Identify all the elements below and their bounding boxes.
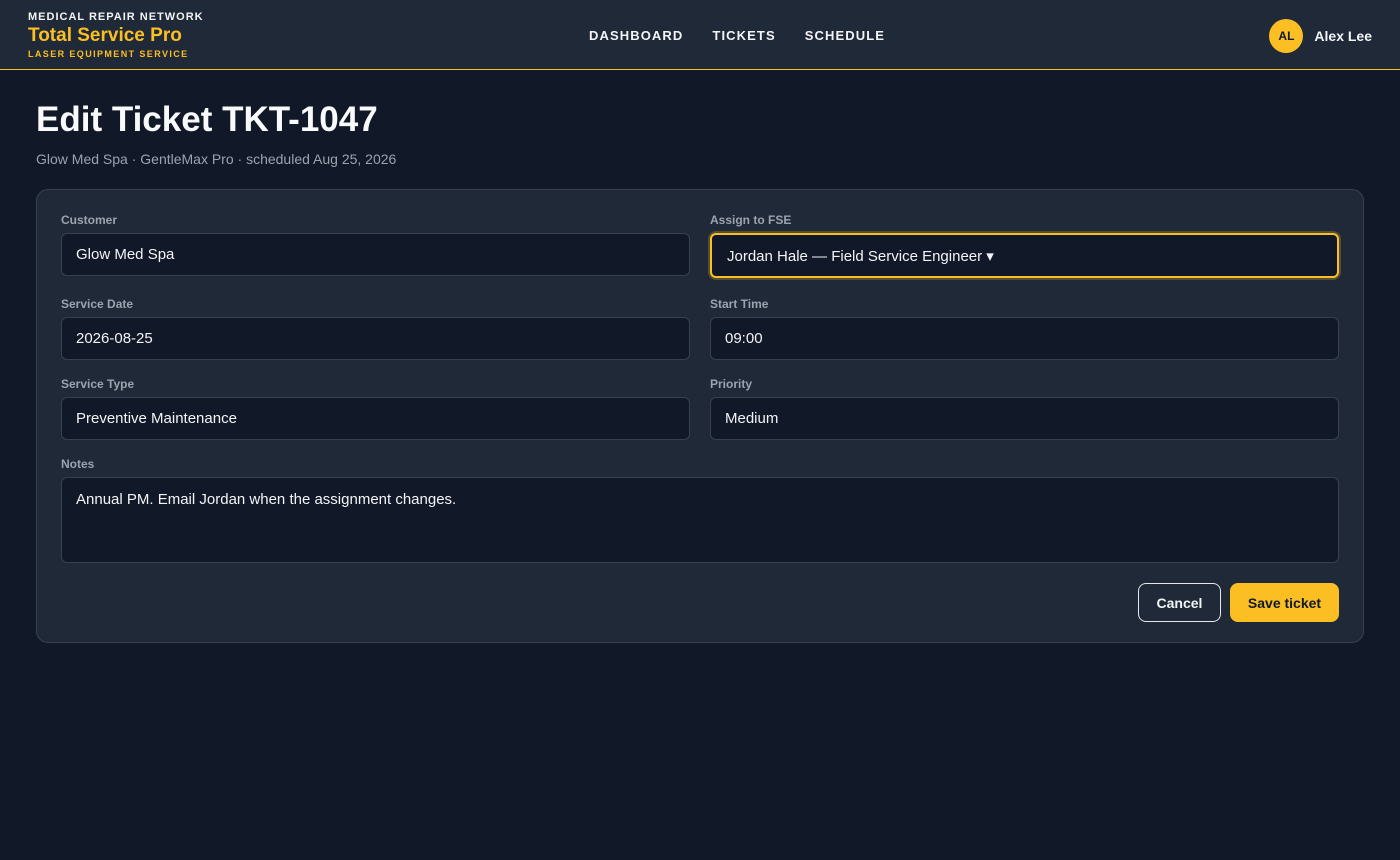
customer-label: Customer — [61, 213, 118, 227]
main-nav: DASHBOARD TICKETS SCHEDULE — [589, 0, 885, 70]
cancel-button[interactable]: Cancel — [1138, 583, 1221, 622]
ticket-form-card: Customer Glow Med Spa Assign to FSE Jord… — [36, 189, 1364, 643]
service-date-input[interactable]: 2026-08-25 — [61, 317, 690, 360]
page-title: Edit Ticket TKT-1047 — [36, 100, 378, 139]
start-time-label: Start Time — [710, 297, 769, 311]
top-navigation-bar: MEDICAL REPAIR NETWORK Total Service Pro… — [0, 0, 1400, 70]
page-subtitle: Glow Med Spa · GentleMax Pro · scheduled… — [36, 151, 397, 167]
start-time-input[interactable]: 09:00 — [710, 317, 1339, 360]
user-name: Alex Lee — [1314, 28, 1372, 44]
service-type-select[interactable]: Preventive Maintenance — [61, 397, 690, 440]
nav-tickets[interactable]: TICKETS — [712, 28, 775, 43]
user-menu[interactable]: AL Alex Lee — [1269, 19, 1372, 53]
nav-dashboard[interactable]: DASHBOARD — [589, 28, 683, 43]
priority-select[interactable]: Medium — [710, 397, 1339, 440]
nav-schedule[interactable]: SCHEDULE — [805, 28, 885, 43]
assign-fse-label: Assign to FSE — [710, 213, 792, 227]
priority-label: Priority — [710, 377, 753, 391]
brand-name: Total Service Pro — [28, 25, 182, 46]
brand-network: MEDICAL REPAIR NETWORK — [28, 11, 204, 23]
assign-fse-select[interactable]: Jordan Hale — Field Service Engineer ▾ — [710, 233, 1339, 278]
service-type-label: Service Type — [61, 377, 135, 391]
notes-label: Notes — [61, 457, 95, 471]
brand-tagline: LASER EQUIPMENT SERVICE — [28, 49, 189, 59]
customer-input[interactable]: Glow Med Spa — [61, 233, 690, 276]
notes-textarea[interactable]: Annual PM. Email Jordan when the assignm… — [61, 477, 1339, 563]
save-ticket-button[interactable]: Save ticket — [1230, 583, 1339, 622]
brand-logo[interactable]: MEDICAL REPAIR NETWORK Total Service Pro… — [28, 11, 204, 60]
avatar: AL — [1269, 19, 1304, 53]
service-date-label: Service Date — [61, 297, 134, 311]
